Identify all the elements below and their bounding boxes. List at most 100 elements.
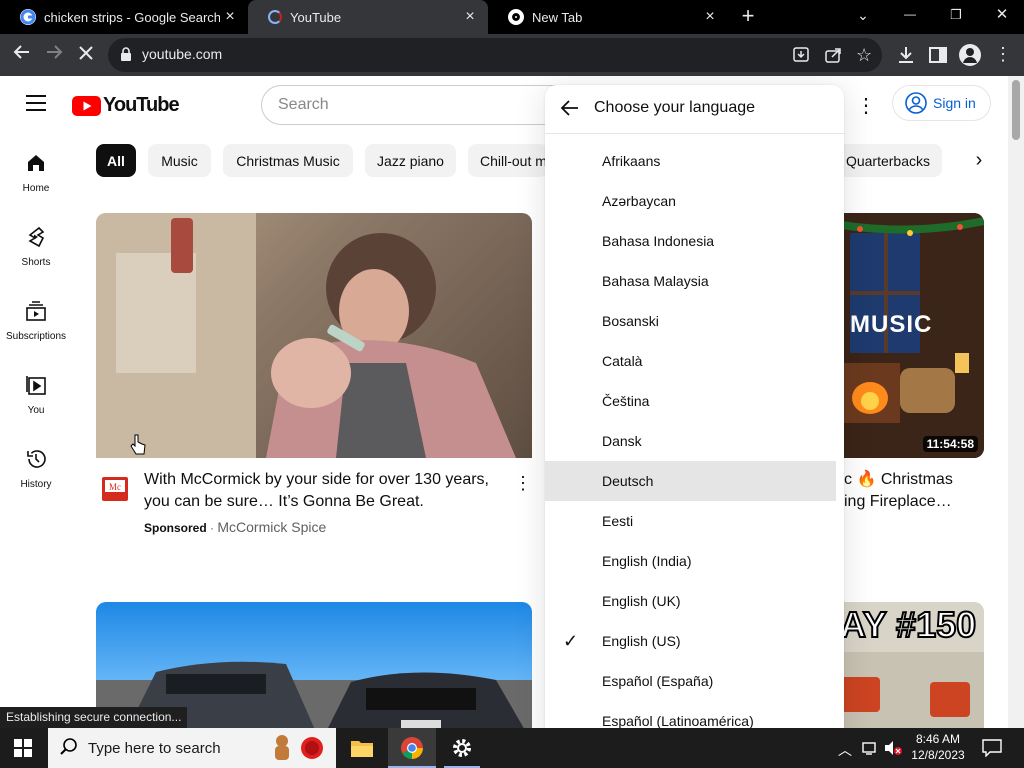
restore-button[interactable]: ❐ (936, 0, 976, 34)
sign-in-button[interactable]: Sign in (892, 85, 991, 121)
meta-separator: · (210, 521, 215, 535)
notifications-icon[interactable] (982, 739, 1002, 762)
sidebar-item-home[interactable]: Home (0, 152, 72, 194)
chip-jazz-piano[interactable]: Jazz piano (365, 144, 456, 177)
network-icon[interactable] (862, 740, 878, 761)
tab-search-chevron-icon[interactable]: ⌄ (850, 4, 876, 30)
language-option-deutsch[interactable]: Deutsch (545, 461, 836, 501)
episode-video-thumbnail[interactable]: AY #150 (820, 602, 984, 728)
svg-text:Mc: Mc (109, 482, 121, 492)
language-option-catala[interactable]: Català (545, 341, 836, 381)
new-tab-button[interactable]: + (734, 0, 762, 34)
video-more-options-icon[interactable]: ⋮ (514, 473, 532, 494)
page-scrollbar[interactable] (1008, 76, 1024, 728)
tab-youtube[interactable]: YouTube × (248, 0, 488, 34)
ad-video-thumbnail[interactable] (96, 213, 532, 458)
youtube-play-icon (72, 95, 101, 116)
back-arrow-icon[interactable] (559, 99, 579, 122)
taskbar-search-box[interactable]: Type here to search (48, 728, 336, 768)
you-icon (26, 376, 46, 395)
side-panel-icon[interactable] (929, 46, 947, 69)
language-label: Dansk (602, 433, 642, 449)
language-option-afrikaans[interactable]: Afrikaans (545, 141, 836, 181)
chip-all[interactable]: All (96, 144, 136, 177)
taskbar-clock[interactable]: 8:46 AM 12/8/2023 (910, 731, 966, 763)
language-option-english-uk[interactable]: English (UK) (545, 581, 836, 621)
tab-close-button[interactable]: × (460, 8, 480, 26)
ad-channel-name[interactable]: McCormick Spice (217, 519, 326, 535)
bookmark-star-icon[interactable]: ☆ (856, 45, 872, 66)
show-hidden-icons-chevron-icon[interactable]: ︿ (838, 740, 852, 760)
tab-title: chicken strips - Google Search (44, 9, 220, 25)
language-option-azerbaycan[interactable]: Azərbaycan (545, 181, 836, 221)
hand-cursor-icon (130, 434, 146, 461)
sidebar-item-you[interactable]: You (0, 374, 72, 416)
tab-new-tab[interactable]: New Tab × (488, 0, 728, 34)
language-option-english-us[interactable]: ✓ English (US) (545, 621, 836, 661)
thumbnail-overlay-text: MUSIC (850, 311, 933, 338)
language-label: Deutsch (602, 473, 654, 489)
chip-quarterbacks[interactable]: Quarterbacks (836, 144, 942, 177)
language-option-dansk[interactable]: Dansk (545, 421, 836, 461)
sign-in-label: Sign in (933, 95, 976, 111)
title-line-1: c 🔥 Christmas (844, 471, 953, 488)
language-option-espanol-espana[interactable]: Español (España) (545, 661, 836, 701)
language-label: Català (602, 353, 643, 369)
youtube-logo[interactable]: YouTube (72, 94, 180, 117)
tab-strip: chicken strips - Google Search × YouTube… (0, 0, 1024, 34)
language-label: Azərbaycan (602, 193, 676, 209)
browser-toolbar: youtube.com ☆ ⋮ (0, 34, 1024, 76)
hamburger-menu-icon[interactable] (26, 95, 46, 116)
share-icon[interactable] (824, 46, 842, 69)
install-app-icon[interactable] (792, 46, 810, 69)
minimize-button[interactable]: — (890, 0, 930, 34)
language-option-bosanski[interactable]: Bosanski (545, 301, 836, 341)
chip-christmas-music[interactable]: Christmas Music (223, 144, 353, 177)
mccormick-logo-icon[interactable]: Mc (100, 476, 130, 502)
language-option-bahasa-malaysia[interactable]: Bahasa Malaysia (545, 261, 836, 301)
close-window-button[interactable]: ✕ (982, 0, 1022, 34)
chips-next-chevron-icon[interactable]: › (966, 148, 992, 174)
language-option-espanol-latinoamerica[interactable]: Español (Latinoamérica) (545, 701, 836, 728)
back-arrow-icon[interactable] (8, 34, 36, 76)
settings-taskbar-button[interactable] (444, 728, 480, 768)
volume-muted-icon[interactable] (884, 740, 902, 761)
chip-music[interactable]: Music (148, 144, 211, 177)
sidebar-item-subscriptions[interactable]: Subscriptions (0, 300, 72, 342)
chip-chill-out[interactable]: Chill-out m (468, 144, 548, 177)
language-option-english-india[interactable]: English (India) (545, 541, 836, 581)
account-icon (905, 92, 927, 114)
ad-video-title[interactable]: With McCormick by your side for over 130… (144, 469, 504, 513)
christmas-video-thumbnail[interactable]: MUSIC 11:54:58 (820, 213, 984, 458)
stop-loading-icon[interactable] (72, 34, 100, 76)
downloads-icon[interactable] (896, 45, 916, 70)
sidebar-item-history[interactable]: History (0, 448, 72, 490)
christmas-video-title[interactable]: c 🔥 Christmas ing Fireplace… (844, 469, 984, 513)
sidebar-item-label: Subscriptions (5, 331, 67, 342)
language-label: Bahasa Indonesia (602, 233, 715, 249)
sidebar-item-shorts[interactable]: Shorts (0, 226, 72, 268)
tab-close-button[interactable]: × (700, 8, 720, 26)
address-bar[interactable]: youtube.com ☆ (108, 38, 882, 72)
search-input[interactable]: Search (261, 85, 561, 125)
language-label: Čeština (602, 393, 650, 409)
tab-close-button[interactable]: × (220, 8, 240, 26)
file-explorer-icon[interactable] (350, 737, 374, 764)
profile-avatar-icon[interactable] (959, 44, 981, 66)
chrome-taskbar-button[interactable] (388, 728, 436, 768)
taskbar-search-placeholder: Type here to search (88, 740, 221, 757)
browser-status-bar: Establishing secure connection... (0, 707, 188, 728)
language-option-cestina[interactable]: Čeština (545, 381, 836, 421)
language-option-eesti[interactable]: Eesti (545, 501, 836, 541)
scrollbar-thumb[interactable] (1012, 80, 1020, 140)
settings-more-icon[interactable]: ⋮ (856, 93, 876, 118)
forward-arrow-icon[interactable] (40, 34, 68, 76)
video-duration-badge: 11:54:58 (922, 436, 978, 452)
chrome-icon (401, 737, 423, 759)
windows-start-icon[interactable] (14, 739, 32, 762)
chrome-menu-icon[interactable]: ⋮ (994, 44, 1012, 64)
shorts-icon (28, 226, 45, 248)
tab-google-search[interactable]: chicken strips - Google Search × (0, 0, 248, 34)
windows-taskbar: Type here to search ︿ 8:46 AM 12/8/2023 (0, 728, 1024, 768)
language-option-bahasa-indonesia[interactable]: Bahasa Indonesia (545, 221, 836, 261)
